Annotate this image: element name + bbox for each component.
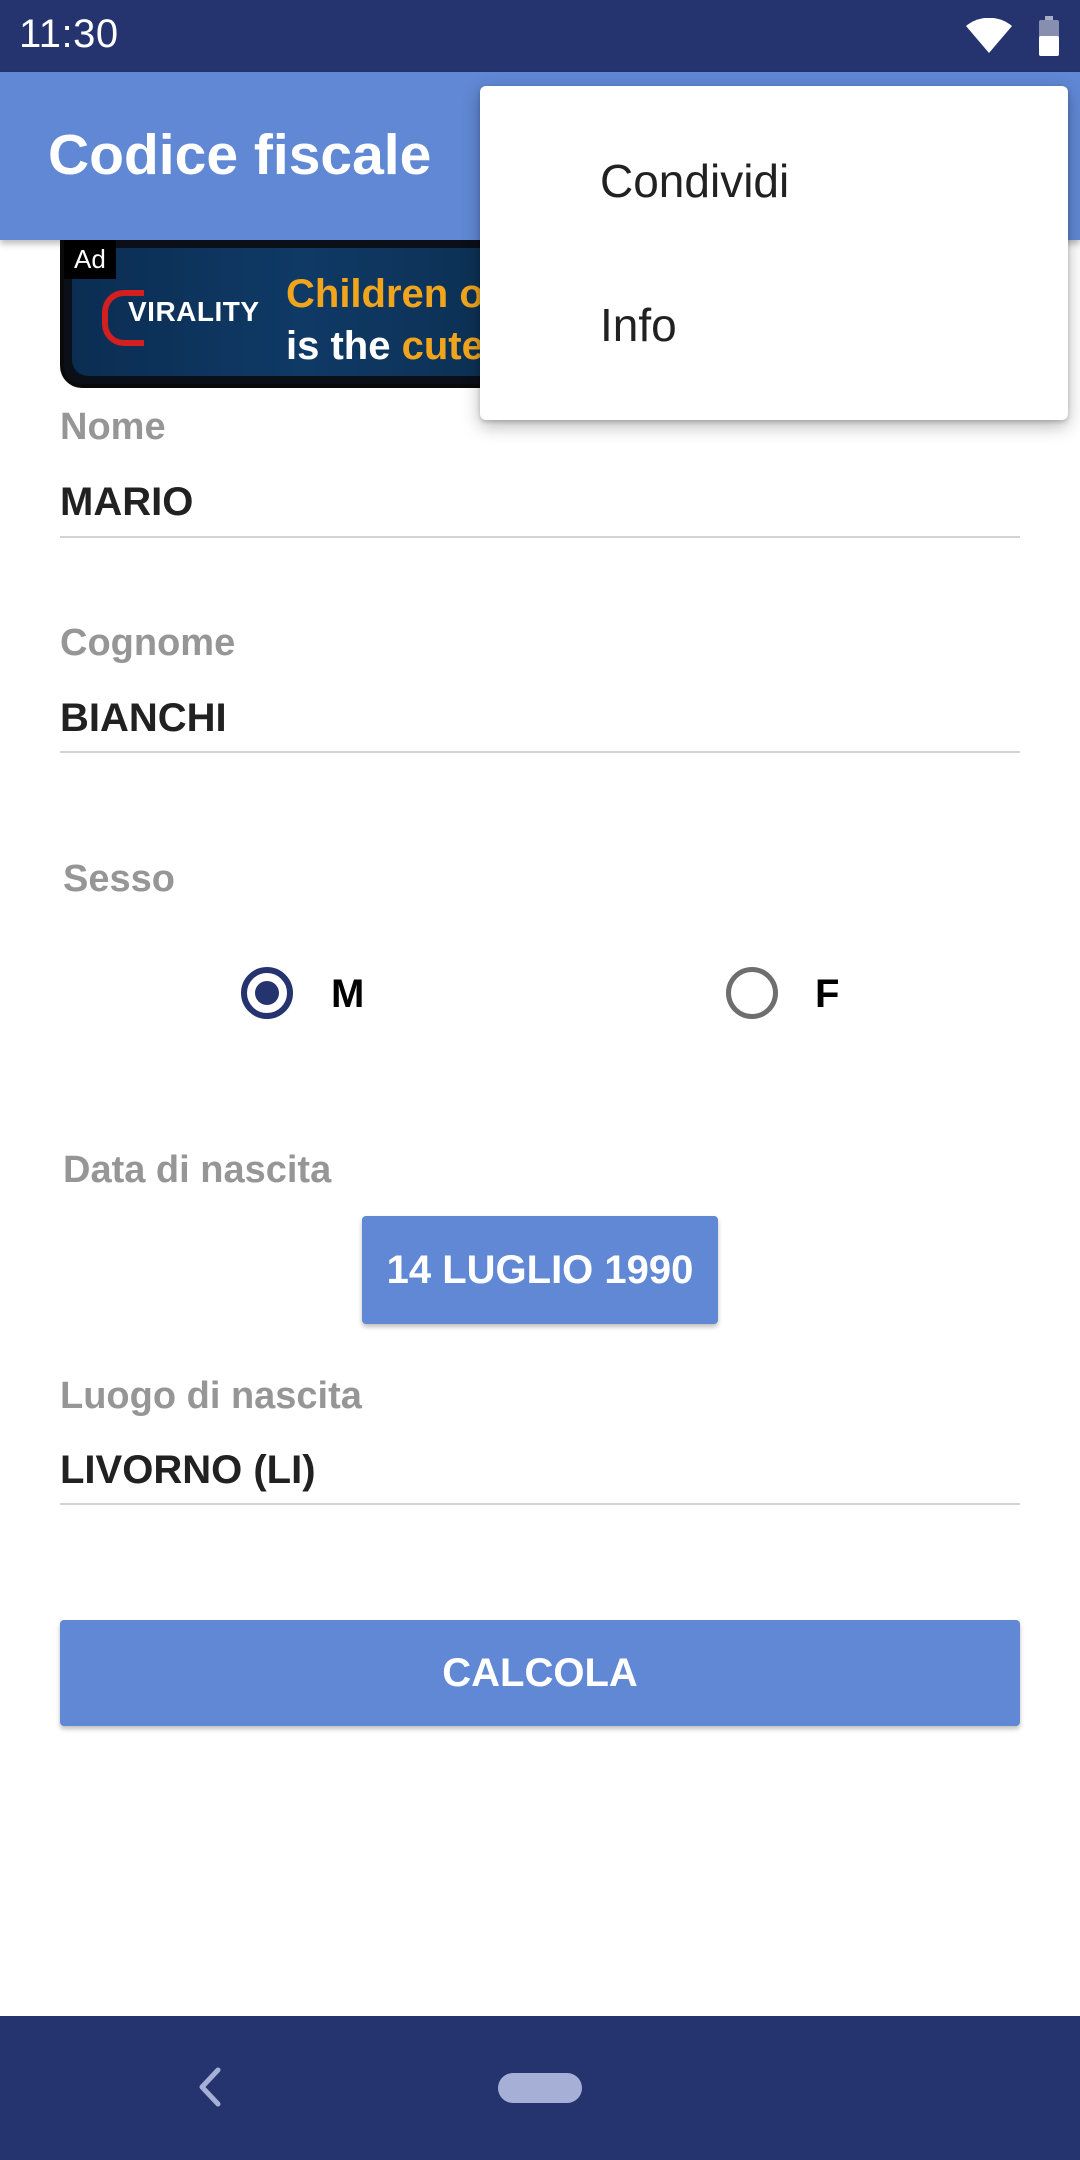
radio-m[interactable] (241, 967, 293, 1019)
status-bar: 11:30 (0, 0, 1080, 72)
nome-underline (60, 536, 1020, 538)
nav-bar (0, 2016, 1080, 2160)
cognome-input[interactable]: BIANCHI (60, 696, 227, 741)
menu-item-condividi[interactable]: Condividi (480, 109, 1068, 253)
back-icon[interactable] (190, 2062, 230, 2117)
menu-item-info-label: Info (600, 299, 677, 351)
ad-headline-line2-text: is the (286, 324, 402, 368)
date-picker-button[interactable]: 14 LUGLIO 1990 (362, 1216, 718, 1324)
sesso-label: Sesso (63, 858, 175, 900)
ad-headline-line2: is the cute (286, 324, 484, 369)
radio-m-label[interactable]: M (331, 972, 364, 1017)
radio-f-label[interactable]: F (815, 972, 839, 1017)
overflow-menu: Condividi Info (480, 86, 1068, 420)
calcola-button[interactable]: CALCOLA (60, 1620, 1020, 1726)
luogo-nascita-label: Luogo di nascita (60, 1375, 362, 1417)
nome-input[interactable]: MARIO (60, 480, 193, 525)
wifi-icon (966, 18, 1012, 54)
ad-logo: VIRALITY (128, 296, 260, 327)
nome-label: Nome (60, 406, 166, 448)
luogo-nascita-input[interactable]: LIVORNO (LI) (60, 1448, 316, 1493)
battery-icon (1038, 16, 1060, 56)
cognome-underline (60, 751, 1020, 753)
status-time: 11:30 (19, 12, 119, 56)
menu-item-condividi-label: Condividi (600, 155, 790, 207)
radio-f[interactable] (726, 967, 778, 1019)
app-title: Codice fiscale (48, 123, 432, 187)
ad-badge: Ad (64, 240, 116, 279)
home-pill[interactable] (498, 2073, 582, 2103)
luogo-nascita-underline (60, 1503, 1020, 1505)
ad-headline-line2-accent: cute (401, 324, 484, 368)
status-icons (966, 16, 1060, 56)
data-nascita-label: Data di nascita (63, 1149, 332, 1191)
ad-headline-line1: Children o (286, 272, 484, 316)
cognome-label: Cognome (60, 622, 236, 664)
menu-item-info[interactable]: Info (480, 253, 1068, 397)
